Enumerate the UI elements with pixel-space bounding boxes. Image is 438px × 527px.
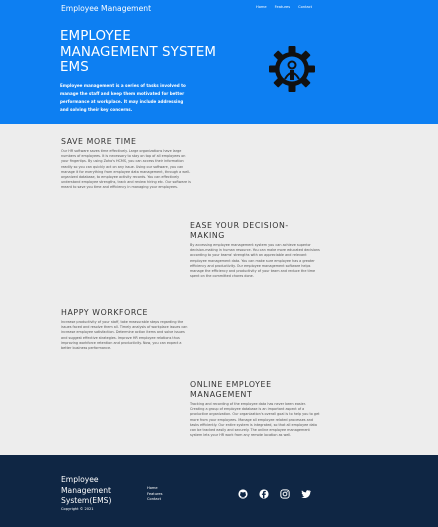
footer-link-features[interactable]: Features bbox=[147, 492, 162, 496]
brand-name[interactable]: Employee Management bbox=[61, 4, 151, 13]
github-icon[interactable] bbox=[238, 489, 248, 499]
footer-copyright: Copyright © 2021 bbox=[61, 507, 94, 511]
nav-link-home[interactable]: Home bbox=[256, 5, 267, 9]
footer-links: Home Features Contact bbox=[147, 486, 162, 501]
facebook-icon[interactable] bbox=[259, 489, 269, 499]
navbar: Employee Management Home Features Contac… bbox=[0, 0, 438, 18]
footer-link-contact[interactable]: Contact bbox=[147, 497, 162, 501]
section-title-happy-workforce: HAPPY WORKFORCE bbox=[61, 308, 149, 317]
hero-section: EMPLOYEE MANAGEMENT SYSTEM EMS Employee … bbox=[0, 18, 438, 124]
footer-title: Employee Management System(EMS) bbox=[61, 475, 112, 505]
nav-link-contact[interactable]: Contact bbox=[298, 5, 312, 9]
social-links bbox=[238, 489, 311, 499]
section-body-online-management: Tracking and recording of the employee d… bbox=[190, 402, 320, 438]
section-title-save-time: SAVE MORE TIME bbox=[61, 137, 137, 146]
hero-subtitle: Employee management is a series of tasks… bbox=[60, 83, 186, 112]
instagram-icon[interactable] bbox=[280, 489, 290, 499]
footer: Employee Management System(EMS) Copyrigh… bbox=[0, 455, 438, 527]
section-title-decision-making: EASE YOUR DECISION-MAKING bbox=[190, 221, 289, 240]
section-body-decision-making: By accessing employee management system … bbox=[190, 243, 320, 279]
nav-links: Home Features Contact bbox=[256, 5, 312, 9]
section-title-online-management: ONLINE EMPLOYEE MANAGEMENT bbox=[190, 380, 272, 399]
hero-title: EMPLOYEE MANAGEMENT SYSTEM EMS bbox=[60, 29, 217, 75]
gear-with-person-icon bbox=[269, 46, 315, 92]
twitter-icon[interactable] bbox=[301, 489, 311, 499]
section-body-happy-workforce: Increase productivity of your staff, tak… bbox=[61, 320, 188, 351]
section-body-save-time: Our HR software saves time effectively. … bbox=[61, 149, 191, 190]
nav-link-features[interactable]: Features bbox=[275, 5, 290, 9]
footer-link-home[interactable]: Home bbox=[147, 486, 162, 490]
